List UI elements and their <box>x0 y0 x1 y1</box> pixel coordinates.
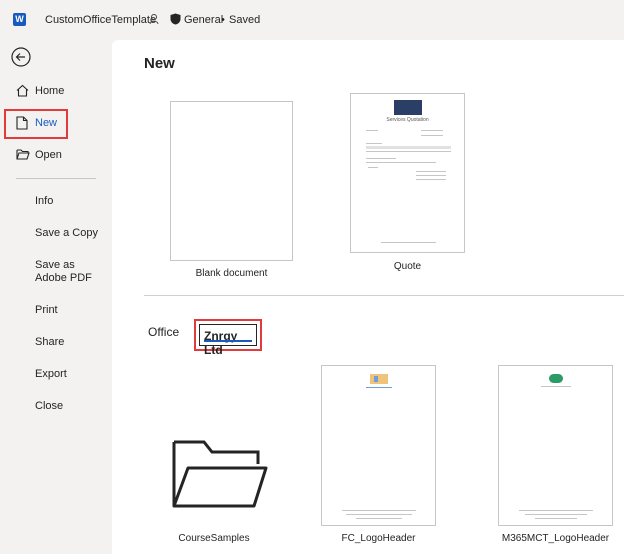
m365mct-logoheader-caption[interactable]: M365MCT_LogoHeader <box>488 533 623 544</box>
open-folder-icon <box>16 149 30 160</box>
new-highlight-box <box>4 109 68 139</box>
title-bar: W CustomOfficeTemplate General • Saved <box>0 0 624 40</box>
tab-selected-indicator <box>204 340 252 342</box>
home-icon <box>16 84 29 97</box>
tab-office[interactable]: Office <box>148 325 179 339</box>
nav-save-a-copy[interactable]: Save a Copy <box>35 227 98 240</box>
fc-logo-image <box>370 374 388 384</box>
page-title: New <box>144 55 175 72</box>
fc-logoheader-caption[interactable]: FC_LogoHeader <box>321 533 436 544</box>
back-arrow-icon[interactable] <box>11 47 31 67</box>
quote-preview-title: Services Quotation <box>386 117 429 123</box>
nav-home[interactable]: Home <box>0 77 112 107</box>
blank-document-thumbnail[interactable] <box>170 101 293 261</box>
title-separator: • <box>221 14 225 26</box>
nav-open-label: Open <box>35 149 62 161</box>
save-status: Saved <box>229 14 261 26</box>
nav-share[interactable]: Share <box>35 336 64 349</box>
shield-icon <box>170 13 181 25</box>
section-divider <box>144 295 624 296</box>
nav-open[interactable]: Open <box>0 141 112 171</box>
nav-save-as-adobe-pdf[interactable]: Save as Adobe PDF <box>35 259 107 285</box>
main-content: New Blank document Services Quotation Qu… <box>112 40 624 554</box>
nav-export[interactable]: Export <box>35 368 67 381</box>
tab-znrgy-ltd-label: Znrgy Ltd <box>204 329 238 357</box>
quote-caption[interactable]: Quote <box>350 261 465 272</box>
nav-home-label: Home <box>35 85 65 97</box>
sensitivity-label[interactable]: General <box>184 14 223 26</box>
m365mct-logo-image <box>549 374 563 383</box>
nav-close[interactable]: Close <box>35 400 63 413</box>
sidebar-divider <box>16 178 96 179</box>
folder-icon[interactable] <box>170 438 268 510</box>
quote-template-thumbnail[interactable]: Services Quotation <box>350 93 465 253</box>
tab-highlight-box: Znrgy Ltd <box>194 319 262 357</box>
person-icon[interactable] <box>149 13 161 25</box>
m365mct-logoheader-thumbnail[interactable] <box>498 365 613 526</box>
quote-preview-image <box>394 100 422 115</box>
nav-print[interactable]: Print <box>35 304 58 317</box>
tab-znrgy-ltd[interactable]: Znrgy Ltd <box>199 324 257 357</box>
nav-info[interactable]: Info <box>35 195 53 208</box>
document-title[interactable]: CustomOfficeTemplate <box>45 14 156 26</box>
blank-document-caption[interactable]: Blank document <box>170 268 293 279</box>
word-app-icon: W <box>13 13 26 26</box>
fc-logoheader-thumbnail[interactable] <box>321 365 436 526</box>
course-samples-caption[interactable]: CourseSamples <box>162 533 266 544</box>
